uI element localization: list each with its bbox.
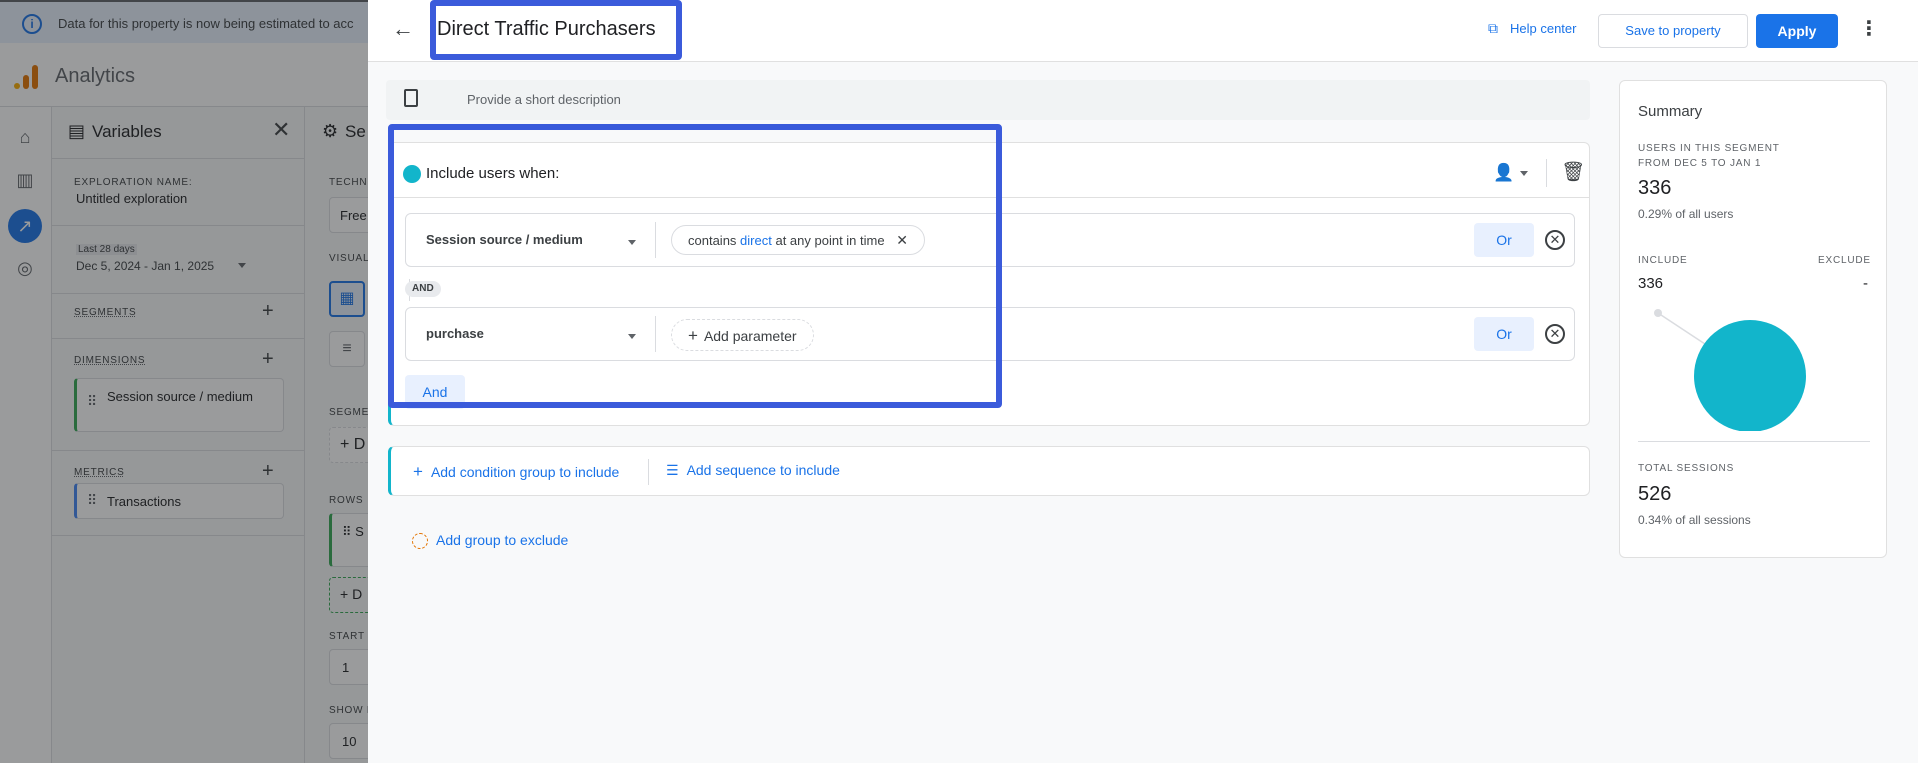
total-sessions-label: TOTAL SESSIONS xyxy=(1638,463,1735,474)
add-exclude-label: Add group to exclude xyxy=(436,532,569,548)
total-sessions-value: 526 xyxy=(1638,483,1672,505)
users-value: 336 xyxy=(1638,177,1672,199)
description-icon xyxy=(404,89,418,107)
summary-title: Summary xyxy=(1638,103,1703,120)
pie-exclude-marker xyxy=(1654,309,1662,317)
pie-leader-line xyxy=(1657,312,1709,347)
help-center-link[interactable]: Help center xyxy=(1510,21,1576,36)
list-icon: ☰ xyxy=(666,462,679,478)
apply-button[interactable]: Apply xyxy=(1756,14,1838,48)
segment-title[interactable]: Direct Traffic Purchasers xyxy=(437,18,656,41)
or-button-1[interactable]: Or xyxy=(1474,223,1534,257)
exclude-dashed-circle-icon xyxy=(412,533,428,550)
add-condition-group-button[interactable]: + Add condition group to include xyxy=(413,462,619,482)
include-exclude-pie-chart xyxy=(1654,309,1806,431)
description-placeholder: Provide a short description xyxy=(467,92,621,107)
pie-include-slice xyxy=(1694,320,1806,431)
add-icon: + xyxy=(413,462,423,481)
segment-builder-dialog: ← Direct Traffic Purchasers ⧉ Help cente… xyxy=(368,0,1918,763)
description-field[interactable]: Provide a short description xyxy=(386,80,1590,120)
total-sessions-pct: 0.34% of all sessions xyxy=(1638,513,1751,527)
dialog-header: ← Direct Traffic Purchasers ⧉ Help cente… xyxy=(368,0,1918,62)
add-sequence-label: Add sequence to include xyxy=(686,462,840,478)
or-button-2[interactable]: Or xyxy=(1474,317,1534,351)
users-pct: 0.29% of all users xyxy=(1638,207,1734,221)
include-label: INCLUDE xyxy=(1638,255,1688,266)
add-sequence-button[interactable]: ☰ Add sequence to include xyxy=(666,462,840,479)
add-exclude-group-button[interactable]: Add group to exclude xyxy=(412,532,569,550)
user-scope-icon[interactable]: 👤 xyxy=(1493,163,1529,183)
exclude-value: - xyxy=(1863,275,1868,292)
exclude-label: EXCLUDE xyxy=(1818,255,1871,266)
include-value: 336 xyxy=(1638,275,1664,292)
more-vert-icon[interactable]: ⋮ xyxy=(1859,16,1879,41)
save-to-property-button[interactable]: Save to property xyxy=(1598,14,1748,48)
add-group-card: + Add condition group to include ☰ Add seq… xyxy=(388,446,1590,496)
summary-card: Summary USERS IN THIS SEGMENT FROM DEC 5… xyxy=(1619,80,1887,558)
users-label-line1: USERS IN THIS SEGMENT xyxy=(1638,143,1780,154)
remove-condition-icon[interactable]: ✕ xyxy=(1545,230,1565,250)
users-label-line2: FROM DEC 5 TO JAN 1 xyxy=(1638,158,1762,169)
remove-condition-icon[interactable]: ✕ xyxy=(1545,324,1565,344)
back-arrow-icon[interactable]: ← xyxy=(392,16,414,42)
highlight-box-conditions xyxy=(388,124,1002,408)
add-condition-group-label: Add condition group to include xyxy=(430,464,620,480)
delete-icon[interactable]: 🗑 xyxy=(1561,160,1585,184)
open-in-new-icon[interactable]: ⧉ xyxy=(1488,20,1498,37)
